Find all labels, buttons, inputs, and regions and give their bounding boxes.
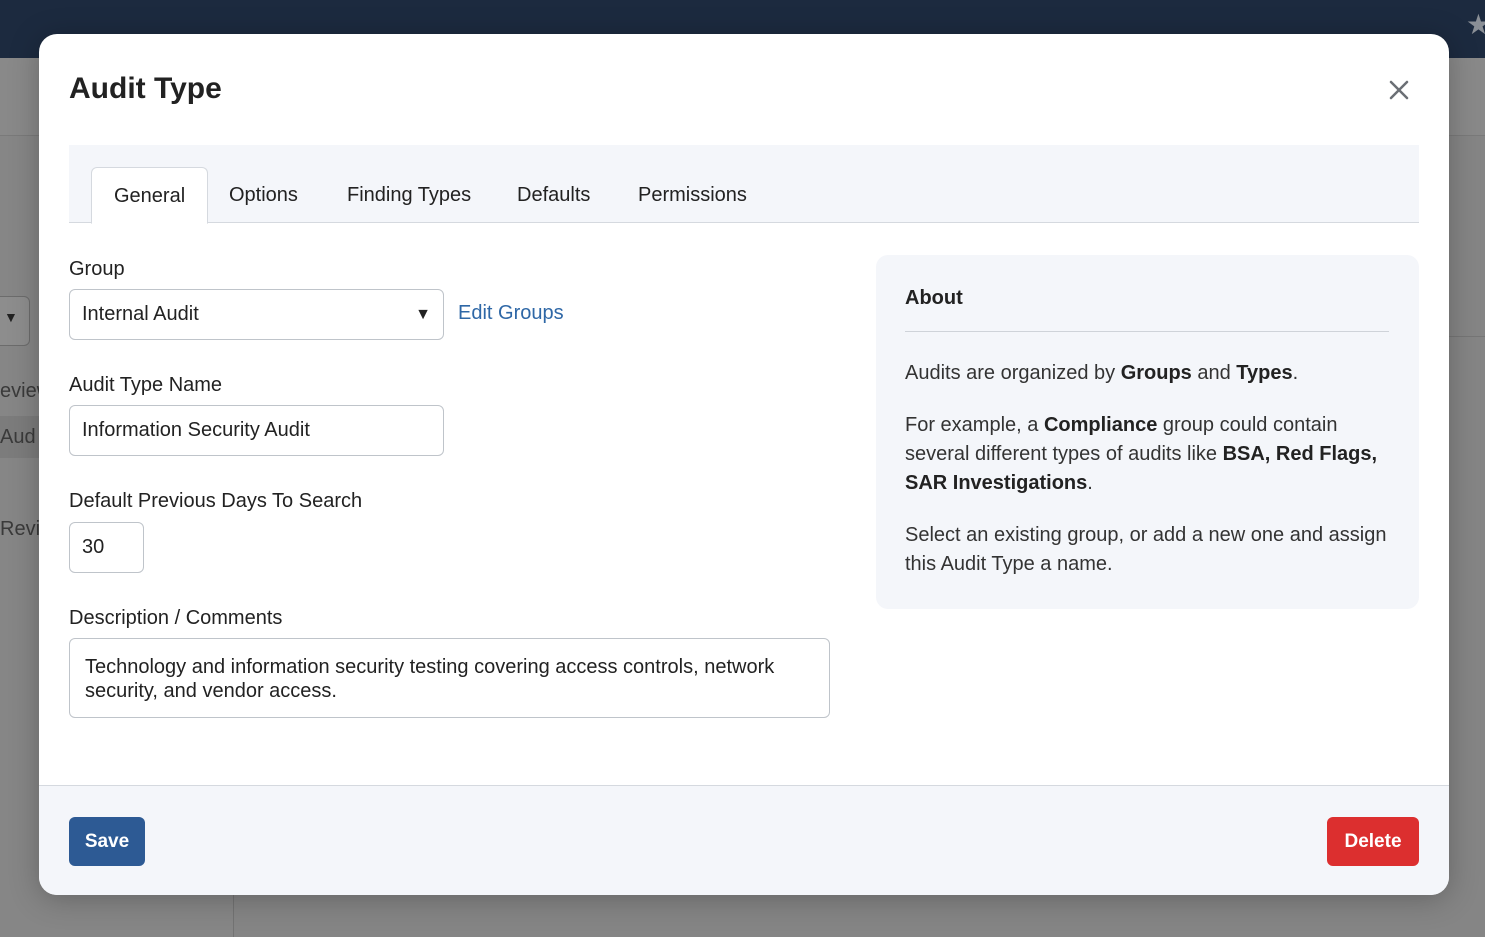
group-select-value: Internal Audit (82, 303, 199, 325)
star-icon[interactable]: ★ (1466, 8, 1485, 41)
background-list-item[interactable]: Revi (0, 518, 40, 541)
close-button[interactable] (1381, 72, 1417, 108)
modal-footer: Save Delete (39, 785, 1449, 895)
about-card: About Audits are organized by Groups and… (876, 255, 1419, 609)
delete-button[interactable]: Delete (1327, 817, 1419, 866)
about-paragraph: For example, a Compliance group could co… (905, 414, 1378, 494)
description-label: Description / Comments (69, 607, 283, 629)
group-select[interactable]: Internal Audit ▼ (69, 289, 444, 340)
description-textarea[interactable]: Technology and information security test… (69, 638, 830, 718)
default-days-label: Default Previous Days To Search (69, 490, 363, 512)
save-button[interactable]: Save (69, 817, 145, 866)
audit-type-name-label: Audit Type Name (69, 374, 223, 396)
divider (1449, 336, 1485, 337)
tab-bar: General Options Finding Types Defaults P… (69, 145, 1419, 224)
audit-type-name-input[interactable]: Information Security Audit (69, 405, 444, 456)
about-title: About (905, 287, 963, 309)
audit-type-modal: Audit Type General Options Finding Types… (39, 34, 1449, 895)
background-list-item[interactable]: Aud (0, 426, 36, 449)
divider (905, 331, 1389, 332)
tab-finding-types[interactable]: Finding Types (325, 167, 493, 223)
tab-permissions[interactable]: Permissions (616, 167, 769, 223)
edit-groups-link[interactable]: Edit Groups (458, 302, 564, 325)
modal-title: Audit Type (69, 72, 222, 105)
tab-general[interactable]: General (91, 167, 209, 224)
caret-down-icon: ▼ (415, 306, 431, 323)
about-paragraph: Select an existing group, or add a new o… (905, 524, 1387, 575)
about-paragraph: Audits are organized by Groups and Types… (905, 362, 1299, 384)
default-days-input[interactable]: 30 (69, 522, 144, 573)
tab-options[interactable]: Options (207, 167, 320, 223)
tab-defaults[interactable]: Defaults (495, 167, 612, 223)
group-label: Group (69, 258, 125, 280)
caret-down-icon: ▼ (4, 309, 18, 325)
close-icon (1389, 80, 1409, 100)
